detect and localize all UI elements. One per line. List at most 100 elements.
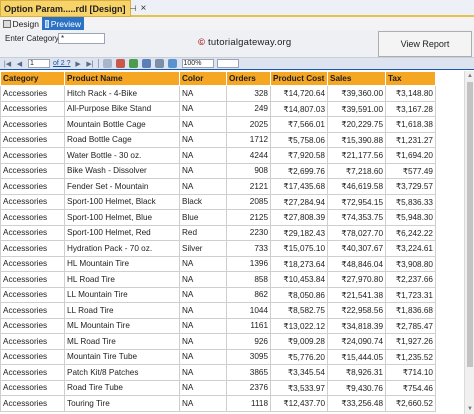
pin-icon[interactable]: ⊣ [130, 4, 137, 13]
export-icon[interactable] [167, 59, 177, 68]
table-cell: NA [179, 132, 227, 148]
table-cell: Accessories [0, 209, 65, 226]
last-page-icon[interactable]: ▶| [86, 59, 95, 68]
toolbar-separator [97, 59, 99, 68]
table-cell: ₹3,167.28 [385, 101, 436, 117]
table-row: Accessories ML Mountain Tire NA 1161 ₹13,022… [0, 318, 436, 334]
table-cell: ₹8,050.86 [270, 287, 328, 303]
table-cell: ₹46,619.58 [327, 178, 386, 195]
scroll-down-icon[interactable]: ▼ [465, 404, 474, 414]
previous-page-icon[interactable]: ◀ [15, 59, 24, 68]
table-cell: 1118 [226, 395, 271, 412]
print-icon[interactable] [141, 59, 151, 68]
table-row: Accessories HL Mountain Tire NA 1396 ₹18,273… [0, 256, 436, 272]
table-cell: ₹78,027.70 [327, 225, 386, 241]
find-input[interactable] [216, 59, 239, 68]
stop-icon[interactable] [115, 59, 125, 68]
copyright-icon: © [198, 37, 206, 48]
table-cell: Accessories [0, 318, 65, 334]
scroll-up-icon[interactable]: ▲ [465, 71, 474, 81]
table-cell: 1044 [226, 302, 271, 319]
table-cell: ₹8,926.31 [327, 364, 386, 381]
table-cell: 2025 [226, 116, 271, 133]
table-cell: 733 [226, 240, 271, 257]
table-cell: 858 [226, 271, 271, 288]
table-cell: NA [179, 318, 227, 334]
first-page-icon[interactable]: |◀ [3, 59, 12, 68]
table-cell: ₹577.49 [385, 163, 436, 179]
table-cell: ₹48,846.04 [327, 256, 386, 272]
table-cell: ₹3,729.57 [385, 178, 436, 195]
tab-preview[interactable]: Preview [42, 17, 84, 30]
document-tab[interactable]: Option Param.....rdl [Design] ⊣ × [0, 0, 146, 17]
page-setup-icon[interactable] [154, 59, 164, 68]
refresh-icon[interactable] [128, 59, 138, 68]
table-cell: NA [179, 333, 227, 350]
table-cell: ₹5,776.20 [270, 349, 328, 365]
table-cell: Accessories [0, 287, 65, 303]
table-row: Accessories Road Tire Tube NA 2376 ₹3,533.97… [0, 380, 436, 396]
table-cell: ₹8,582.75 [270, 302, 328, 319]
table-cell: 2125 [226, 209, 271, 226]
table-cell: 1161 [226, 318, 271, 334]
table-row: Accessories Touring Tire NA 1118 ₹12,437.70 ₹… [0, 395, 436, 412]
table-cell: ₹72,954.15 [327, 194, 386, 210]
table-cell: LL Mountain Tire [64, 287, 180, 303]
table-cell: ₹14,807.03 [270, 101, 328, 117]
table-cell: Accessories [0, 380, 65, 396]
close-icon[interactable]: × [140, 3, 146, 14]
table-cell: Accessories [0, 333, 65, 350]
table-row: Accessories Sport-100 Helmet, Blue Blue 212… [0, 209, 436, 226]
document-tab-title: Option Param.....rdl [Design] [4, 3, 126, 14]
table-cell: 249 [226, 101, 271, 117]
table-cell: ₹7,218.60 [327, 163, 386, 179]
table-cell: Mountain Bottle Cage [64, 116, 180, 133]
table-cell: ₹3,533.97 [270, 380, 328, 396]
table-cell: ₹1,836.68 [385, 302, 436, 319]
tab-design-label: Design [12, 18, 39, 29]
tab-design[interactable]: Design [0, 17, 42, 30]
table-cell: NA [179, 302, 227, 319]
table-row: Accessories Water Bottle - 30 oz. NA 4244 ₹7… [0, 147, 436, 164]
back-icon[interactable] [102, 59, 112, 68]
table-cell: NA [179, 380, 227, 396]
category-param-input[interactable]: * [58, 33, 105, 44]
page-count-label[interactable]: of 2 ? [53, 60, 71, 67]
tab-preview-label: Preview [50, 18, 81, 29]
table-cell: Mountain Tire Tube [64, 349, 180, 365]
vertical-scrollbar[interactable]: ▲ ▼ [464, 71, 474, 414]
table-cell: Accessories [0, 302, 65, 319]
table-row: Accessories Mountain Tire Tube NA 3095 ₹5,77… [0, 349, 436, 365]
scroll-thumb[interactable] [467, 82, 473, 367]
table-row: Accessories Sport-100 Helmet, Black Black 2… [0, 194, 436, 210]
table-cell: ₹12,437.70 [270, 395, 328, 412]
table-cell: HL Mountain Tire [64, 256, 180, 272]
table-cell: ₹21,541.38 [327, 287, 386, 303]
table-cell: ₹2,699.76 [270, 163, 328, 179]
table-cell: NA [179, 364, 227, 381]
table-cell: Accessories [0, 116, 65, 133]
table-cell: 862 [226, 287, 271, 303]
zoom-select[interactable]: 100% [181, 59, 214, 68]
table-cell: NA [179, 116, 227, 133]
table-cell: NA [179, 147, 227, 164]
table-cell: Accessories [0, 256, 65, 272]
table-header-row: Category Product Name Color Orders Product C… [0, 71, 436, 86]
table-cell: NA [179, 287, 227, 303]
parameter-area: Enter Category * © tutorialgateway.org V… [0, 30, 474, 58]
table-cell: 1396 [226, 256, 271, 272]
table-cell: ₹7,566.01 [270, 116, 328, 133]
view-report-button[interactable]: View Report [378, 31, 472, 57]
table-cell: ₹5,948.30 [385, 209, 436, 226]
table-cell: ₹10,453.84 [270, 271, 328, 288]
table-cell: ML Mountain Tire [64, 318, 180, 334]
table-row: Accessories LL Mountain Tire NA 862 ₹8,050.8… [0, 287, 436, 303]
column-header: Orders [226, 71, 271, 86]
page-number-input[interactable]: 1 [28, 59, 50, 68]
table-cell: Patch Kit/8 Patches [64, 364, 180, 381]
next-page-icon[interactable]: ▶ [74, 59, 83, 68]
column-header: Sales [327, 71, 386, 86]
table-cell: 2376 [226, 380, 271, 396]
table-cell: ₹18,273.64 [270, 256, 328, 272]
table-cell: 2085 [226, 194, 271, 210]
